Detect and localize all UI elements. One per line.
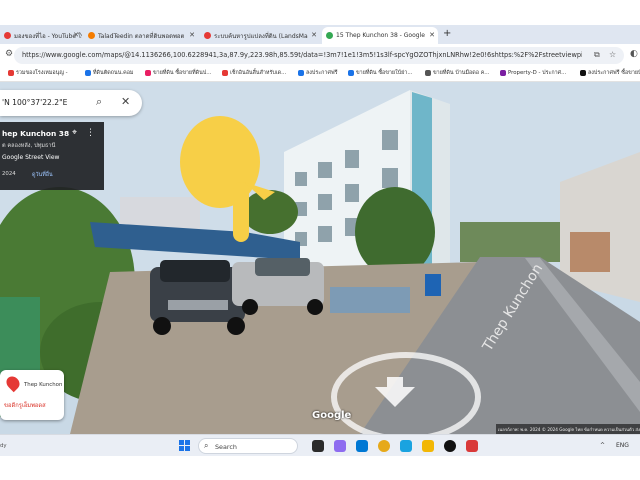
address-bar-row: ⚙ https://www.google.com/maps/@14.113626… xyxy=(0,44,640,66)
bookmark-item[interactable]: Property-D - ประกาศ... xyxy=(500,69,566,77)
capture-date: 2024 xyxy=(2,171,16,177)
install-app-icon[interactable]: ⧉ xyxy=(594,50,600,60)
copilot-icon[interactable] xyxy=(334,440,346,452)
search-icon: ⌕ xyxy=(204,441,209,450)
language-indicator[interactable]: ENG xyxy=(616,442,629,449)
tab-taladteedin[interactable]: TaladTeedin ตลาดที่ดินพอดพอต ✕ xyxy=(84,27,198,44)
url-text[interactable]: https://www.google.com/maps/@14.1136266,… xyxy=(22,51,582,59)
site-info-icon[interactable]: ⚙ xyxy=(5,49,13,59)
edge-icon[interactable] xyxy=(356,440,368,452)
bookmark-icon xyxy=(500,70,506,76)
tree xyxy=(242,190,298,234)
pin-icon[interactable]: ⌖ xyxy=(72,128,77,138)
bookmark-item[interactable]: รวมของโรงเหมอนุญ - xyxy=(8,69,68,77)
bookmark-item[interactable]: ลงประกาศฟรี ซื้อขายบ้... xyxy=(580,69,640,77)
taskbar-status-text: dy xyxy=(0,443,7,449)
imagery-source: Google Street View xyxy=(2,154,60,161)
google-logo: Google xyxy=(312,410,352,421)
tray-overflow-icon[interactable]: ^ xyxy=(600,442,605,449)
see-more-dates-link[interactable]: ดูวันที่อื่น xyxy=(32,171,53,179)
tab-google-maps[interactable]: 15 Thep Kunchon 38 - Google ✕ xyxy=(322,27,438,44)
google-maps-icon xyxy=(326,32,333,39)
profile-icon[interactable]: ◐ xyxy=(630,49,638,59)
chrome-icon[interactable] xyxy=(378,440,390,452)
bookmark-star-icon[interactable]: ☆ xyxy=(609,50,616,59)
bookmark-icon xyxy=(85,70,91,76)
close-icon[interactable]: ✕ xyxy=(311,31,317,39)
bookmark-item[interactable]: ขายที่ดิน ซื้อขายที่ดินป... xyxy=(145,69,211,77)
top-blank-area xyxy=(0,0,640,25)
maps-footer[interactable]: เนลรถ์ภาพ: พ.ค. 2024 © 2024 Google ไทย ข… xyxy=(496,424,640,434)
bookmark-icon xyxy=(348,70,354,76)
place-info-card: hep Kunchon 38 ⌖ ⋮ ต คลองหลัง, ปทุมธานี … xyxy=(0,122,104,190)
search-icon[interactable]: ⌕ xyxy=(96,95,102,109)
bookmarks-bar: รวมของโรงเหมอนุญ - ที่ดินติดถนน.คอม ขายท… xyxy=(0,66,640,82)
youtube-icon xyxy=(4,32,11,39)
close-icon[interactable]: ✕ xyxy=(429,31,435,39)
map-pin-icon xyxy=(3,373,23,393)
minimap-place-text: ขอดีกรูเอ็มพอดส xyxy=(4,403,46,409)
tab-youtube[interactable]: มองของที่ไอ - YouTube ใน ✕ xyxy=(0,27,82,44)
maps-pin-icon xyxy=(204,32,211,39)
street-view-viewport[interactable]: Thep Kunchon 'N 100°37'22.2"E ⌕ ✕ hep Ku… xyxy=(0,82,640,434)
tab-landsmaps[interactable]: ระบบค้นหารูปแปลงที่ดิน (LandsMa ✕ xyxy=(200,27,320,44)
tree xyxy=(355,187,435,277)
windows-taskbar: dy ⌕ Search ^ ENG xyxy=(0,434,640,456)
coordinate-search-box[interactable]: 'N 100°37'22.2"E ⌕ ✕ xyxy=(0,90,142,116)
tab-strip: มองของที่ไอ - YouTube ใน ✕ TaladTeedin ต… xyxy=(0,25,640,44)
blue-barrel xyxy=(425,274,441,296)
new-tab-button[interactable]: + xyxy=(443,28,451,39)
tab-label: ระบบค้นหารูปแปลงที่ดิน (LandsMa xyxy=(214,32,308,40)
scrap-pile xyxy=(330,287,410,313)
bookmark-item[interactable]: ที่ดินติดถนน.คอม xyxy=(85,69,134,77)
tiktok-icon[interactable] xyxy=(444,440,456,452)
tab-label: 15 Thep Kunchon 38 - Google xyxy=(336,32,425,39)
close-icon[interactable]: ✕ xyxy=(189,31,195,39)
close-icon[interactable]: ✕ xyxy=(121,95,130,108)
bookmark-icon xyxy=(580,70,586,76)
bookmark-icon xyxy=(145,70,151,76)
browser-app-icon[interactable] xyxy=(400,440,412,452)
place-title: hep Kunchon 38 xyxy=(2,129,70,138)
file-explorer-icon[interactable] xyxy=(422,440,434,452)
taskbar-search-text: Search xyxy=(215,443,237,451)
site-icon xyxy=(88,32,95,39)
tab-label: มองของที่ไอ - YouTube ใน xyxy=(14,32,82,40)
close-icon[interactable]: ✕ xyxy=(73,31,79,39)
bottom-blank-area xyxy=(0,456,640,480)
bookmark-item[interactable]: ลงประกาศฟรี xyxy=(298,69,338,77)
bookmark-icon xyxy=(425,70,431,76)
place-address: ต คลองหลัง, ปทุมธานี xyxy=(2,143,56,149)
app-with-badge-icon[interactable] xyxy=(466,440,478,452)
bookmark-item[interactable]: ขายที่ดิน บ้านมือดอ ค... xyxy=(425,69,489,77)
bookmark-item[interactable]: เช็กอินอันสิ้นสำหรับเด... xyxy=(222,69,286,77)
bookmark-icon xyxy=(298,70,304,76)
taskbar-search[interactable]: ⌕ Search xyxy=(198,438,298,454)
minimap-label: Thep Kunchon xyxy=(24,382,63,388)
shophouse-shutter xyxy=(570,232,610,272)
minimap[interactable]: Thep Kunchon ขอดีกรูเอ็มพอดส xyxy=(0,370,64,420)
task-view-icon[interactable] xyxy=(312,440,324,452)
more-options-icon[interactable]: ⋮ xyxy=(86,128,95,138)
omnibox[interactable]: https://www.google.com/maps/@14.1136266,… xyxy=(14,47,624,64)
windows-start-icon[interactable] xyxy=(179,440,191,452)
bookmark-icon xyxy=(8,70,14,76)
bookmark-item[interactable]: ขายที่ดิน ซื้อขายใบ้ย่า... xyxy=(348,69,412,77)
coordinates-text[interactable]: 'N 100°37'22.2"E xyxy=(2,98,67,107)
tab-label: TaladTeedin ตลาดที่ดินพอดพอต xyxy=(98,32,185,40)
bookmark-icon xyxy=(222,70,228,76)
